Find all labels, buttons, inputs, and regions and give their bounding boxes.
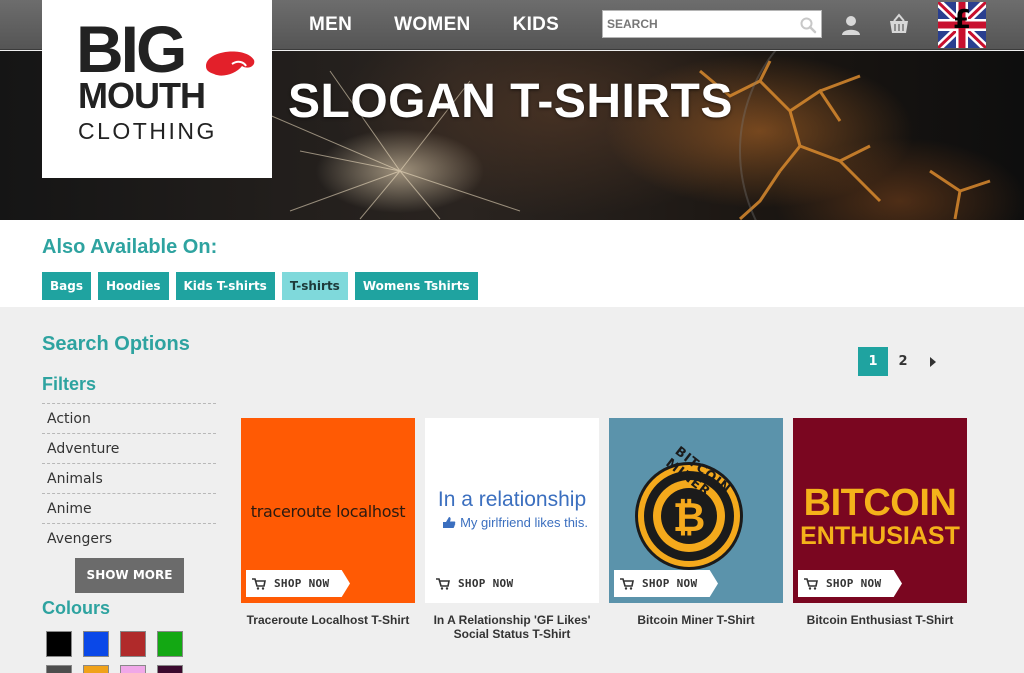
logo-text-mouth: MOUTH xyxy=(78,75,206,116)
product-image[interactable]: BITCOIN ENTHUSIAST SHOP NOW xyxy=(793,418,967,603)
nav-women[interactable]: WOMEN xyxy=(394,14,470,36)
product-name[interactable]: In A Relationship 'GF Likes' Social Stat… xyxy=(425,613,599,641)
product-design-text: In a relationship xyxy=(437,488,587,511)
search-options-title: Search Options xyxy=(42,333,190,355)
cart-icon xyxy=(436,577,450,590)
filter-item-action[interactable]: Action xyxy=(42,403,216,433)
product-name[interactable]: Bitcoin Enthusiast T-Shirt xyxy=(793,613,967,627)
product-card[interactable]: BITCOIN ENTHUSIAST SHOP NOW Bitcoin Enth… xyxy=(793,418,967,627)
shop-now-button[interactable]: SHOP NOW xyxy=(430,570,534,597)
colour-swatch-black[interactable] xyxy=(46,631,72,657)
filter-item-animals[interactable]: Animals xyxy=(42,463,216,493)
account-icon[interactable] xyxy=(840,14,862,36)
site-logo[interactable]: BIG MOUTH CLOTHING xyxy=(42,0,272,178)
filters-title: Filters xyxy=(42,374,97,394)
product-design-subline: My girlfriend likes this. xyxy=(431,515,599,530)
nav-men[interactable]: MEN xyxy=(309,14,352,36)
shop-now-label: SHOP NOW xyxy=(274,577,330,590)
colour-swatch-blue[interactable] xyxy=(83,631,109,657)
logo-text-clothing: CLOTHING xyxy=(78,118,217,144)
product-design-subtext: My girlfriend likes this. xyxy=(460,515,588,530)
colour-swatch-purple[interactable] xyxy=(157,665,183,673)
product-image[interactable]: In a relationship My girlfriend likes th… xyxy=(425,418,599,603)
colour-swatch-green[interactable] xyxy=(157,631,183,657)
also-available-section: Also Available On: Bags Hoodies Kids T-s… xyxy=(0,220,1024,307)
page-2-button[interactable]: 2 xyxy=(888,347,918,376)
shop-now-label: SHOP NOW xyxy=(826,577,882,590)
svg-text:₿: ₿ xyxy=(673,495,706,541)
product-card[interactable]: ₿ BITCOIN MINER SHOP NOW Bitcoin Miner T… xyxy=(609,418,783,627)
play-arrow-icon xyxy=(930,356,936,367)
cart-icon xyxy=(252,577,266,590)
colours-title: Colours xyxy=(42,598,111,618)
colour-swatch-orange[interactable] xyxy=(83,665,109,673)
product-design-text: BITCOIN xyxy=(803,482,957,524)
filter-list: Action Adventure Animals Anime Avengers xyxy=(42,403,216,553)
shop-now-label: SHOP NOW xyxy=(458,577,514,590)
product-image[interactable]: ₿ BITCOIN MINER SHOP NOW xyxy=(609,418,783,603)
also-available-chips: Bags Hoodies Kids T-shirts T-shirts Wome… xyxy=(42,272,478,300)
cart-icon xyxy=(620,577,634,590)
logo-tongue-icon xyxy=(206,51,255,76)
cart-icon xyxy=(804,577,818,590)
nav-kids[interactable]: KIDS xyxy=(513,14,560,36)
product-card[interactable]: traceroute localhost SHOP NOW Traceroute… xyxy=(241,418,415,627)
colour-swatch-pink[interactable] xyxy=(120,665,146,673)
chip-bags[interactable]: Bags xyxy=(42,272,91,300)
next-page-button[interactable] xyxy=(918,347,948,376)
product-name[interactable]: Bitcoin Miner T-Shirt xyxy=(609,613,783,627)
product-design-subtext: ENTHUSIAST xyxy=(800,522,960,550)
filter-item-adventure[interactable]: Adventure xyxy=(42,433,216,463)
search-input[interactable] xyxy=(603,11,793,37)
also-available-heading: Also Available On: xyxy=(42,236,218,258)
page-1-button[interactable]: 1 xyxy=(858,347,888,376)
shop-now-button[interactable]: SHOP NOW xyxy=(798,570,902,597)
shop-now-label: SHOP NOW xyxy=(642,577,698,590)
filter-item-avengers[interactable]: Avengers xyxy=(42,523,216,553)
logo-text-big: BIG xyxy=(76,12,187,86)
filter-item-anime[interactable]: Anime xyxy=(42,493,216,523)
product-name[interactable]: Traceroute Localhost T-Shirt xyxy=(241,613,415,627)
chip-t-shirts[interactable]: T-shirts xyxy=(281,272,348,300)
shop-now-button[interactable]: SHOP NOW xyxy=(614,570,718,597)
search-box xyxy=(602,10,822,38)
product-image[interactable]: traceroute localhost SHOP NOW xyxy=(241,418,415,603)
chip-hoodies[interactable]: Hoodies xyxy=(97,272,169,300)
main-nav: MEN WOMEN KIDS xyxy=(309,0,559,50)
search-icon[interactable] xyxy=(799,16,817,34)
chip-womens-tshirts[interactable]: Womens Tshirts xyxy=(354,272,478,300)
colour-swatch-grey[interactable] xyxy=(46,665,72,673)
currency-selector[interactable]: £ xyxy=(935,0,989,51)
product-design-text: traceroute localhost xyxy=(250,502,406,521)
product-card[interactable]: In a relationship My girlfriend likes th… xyxy=(425,418,599,641)
page-title: SLOGAN T-SHIRTS xyxy=(288,75,733,128)
basket-icon[interactable] xyxy=(888,13,910,35)
pagination: 1 2 xyxy=(858,347,948,376)
thumbs-up-icon xyxy=(443,517,456,528)
currency-symbol: £ xyxy=(952,5,972,35)
show-more-button[interactable]: SHOW MORE xyxy=(75,558,184,593)
colour-swatch-red[interactable] xyxy=(120,631,146,657)
shop-now-button[interactable]: SHOP NOW xyxy=(246,570,350,597)
chip-kids-t-shirts[interactable]: Kids T-shirts xyxy=(175,272,275,300)
